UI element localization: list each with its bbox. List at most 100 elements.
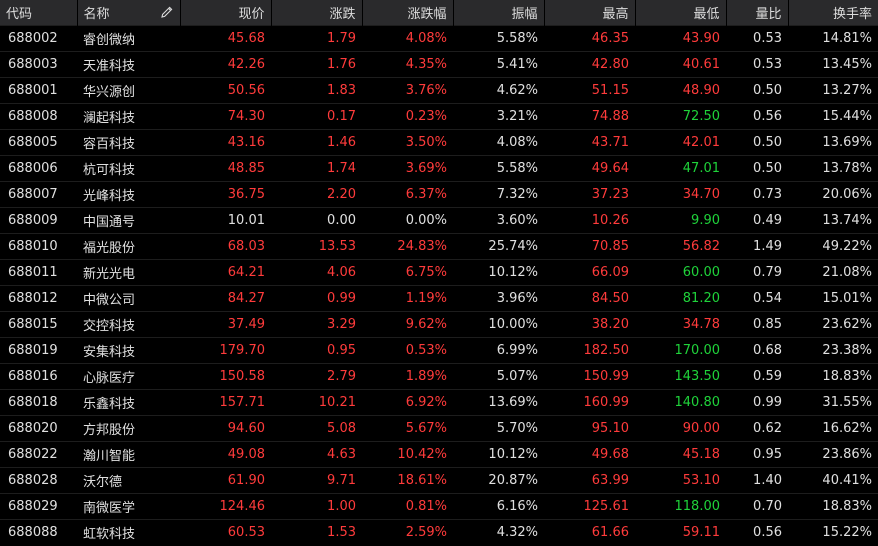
cell-code: 688006 [8, 160, 58, 176]
cell-change: 1.83 [327, 82, 356, 98]
cell-change: 0.99 [327, 290, 356, 306]
cell-name: 瀚川智能 [83, 448, 136, 464]
cell-volume-ratio: 1.40 [753, 472, 782, 488]
cell-turnover: 13.27% [822, 82, 872, 98]
cell-high: 66.09 [591, 264, 629, 280]
table-row[interactable]: 688022 瀚川智能 49.08 4.63 10.42% 10.12% 49.68 45.1… [0, 441, 878, 467]
table-row[interactable]: 688019 安集科技 179.70 0.95 0.53% 6.99% 182.50 170.… [0, 337, 878, 363]
col-header-change-pct[interactable]: 涨跌幅 [362, 0, 454, 25]
cell-code: 688012 [8, 290, 58, 306]
cell-change-pct: 0.53% [405, 342, 447, 358]
table-row[interactable]: 688020 方邦股份 94.60 5.08 5.67% 5.70% 95.10 90.00 0… [0, 415, 878, 441]
table-row[interactable]: 688018 乐鑫科技 157.71 10.21 6.92% 13.69% 160.99 14… [0, 389, 878, 415]
cell-code: 688018 [8, 394, 58, 410]
quote-table: 代码 名称 现价 涨跌 涨跌幅 振幅 最高 最低 量比 换手率 688002 睿创… [0, 0, 878, 545]
cell-price: 64.21 [227, 264, 265, 280]
table-row[interactable]: 688028 沃尔德 61.90 9.71 18.61% 20.87% 63.99 53.10… [0, 467, 878, 493]
cell-amplitude: 4.08% [496, 134, 538, 150]
cell-name: 乐鑫科技 [83, 396, 136, 412]
cell-price: 10.01 [227, 212, 265, 228]
cell-price: 68.03 [227, 238, 265, 254]
cell-turnover: 13.45% [822, 56, 872, 72]
cell-change: 10.21 [318, 394, 356, 410]
table-row[interactable]: 688029 南微医学 124.46 1.00 0.81% 6.16% 125.61 118.… [0, 493, 878, 519]
cell-name: 安集科技 [83, 344, 136, 360]
table-row[interactable]: 688015 交控科技 37.49 3.29 9.62% 10.00% 38.20 34.78… [0, 311, 878, 337]
cell-volume-ratio: 0.99 [753, 394, 782, 410]
cell-change: 13.53 [318, 238, 356, 254]
cell-code: 688011 [8, 264, 58, 280]
cell-change-pct: 2.59% [405, 524, 447, 540]
cell-high: 84.50 [591, 290, 629, 306]
col-header-volume-ratio[interactable]: 量比 [726, 0, 789, 25]
table-row[interactable]: 688009 中国通号 10.01 0.00 0.00% 3.60% 10.26 9.90 0.… [0, 207, 878, 233]
table-row[interactable]: 688002 睿创微纳 45.68 1.79 4.08% 5.58% 46.35 43.90 0… [0, 25, 878, 51]
cell-high: 70.85 [591, 238, 629, 254]
cell-volume-ratio: 0.95 [753, 446, 782, 462]
col-header-name[interactable]: 名称 [77, 0, 181, 25]
table-row[interactable]: 688088 虹软科技 60.53 1.53 2.59% 4.32% 61.66 59.11 0… [0, 519, 878, 545]
table-row[interactable]: 688011 新光光电 64.21 4.06 6.75% 10.12% 66.09 60.00… [0, 259, 878, 285]
cell-volume-ratio: 0.56 [753, 524, 782, 540]
cell-low: 34.70 [682, 186, 720, 202]
col-header-high[interactable]: 最高 [544, 0, 636, 25]
pencil-icon[interactable] [160, 5, 174, 19]
cell-volume-ratio: 0.62 [753, 420, 782, 436]
cell-high: 49.68 [591, 446, 629, 462]
table-row[interactable]: 688012 中微公司 84.27 0.99 1.19% 3.96% 84.50 81.20 0… [0, 285, 878, 311]
cell-turnover: 23.38% [822, 342, 872, 358]
cell-change-pct: 1.19% [405, 290, 447, 306]
table-row[interactable]: 688016 心脉医疗 150.58 2.79 1.89% 5.07% 150.99 143.… [0, 363, 878, 389]
cell-volume-ratio: 0.79 [753, 264, 782, 280]
col-header-change[interactable]: 涨跌 [271, 0, 363, 25]
cell-change-pct: 4.08% [405, 30, 447, 46]
col-header-turnover[interactable]: 换手率 [788, 0, 878, 25]
table-row[interactable]: 688005 容百科技 43.16 1.46 3.50% 4.08% 43.71 42.01 0… [0, 129, 878, 155]
col-header-price[interactable]: 现价 [180, 0, 272, 25]
cell-name: 中微公司 [83, 292, 136, 308]
cell-turnover: 31.55% [822, 394, 872, 410]
cell-high: 49.64 [591, 160, 629, 176]
cell-amplitude: 7.32% [496, 186, 538, 202]
cell-price: 36.75 [227, 186, 265, 202]
cell-code: 688020 [8, 420, 58, 436]
col-header-low[interactable]: 最低 [635, 0, 727, 25]
col-header-amplitude[interactable]: 振幅 [453, 0, 545, 25]
cell-low: 143.50 [674, 368, 721, 384]
cell-change: 5.08 [327, 420, 356, 436]
cell-price: 179.70 [219, 342, 266, 358]
table-row[interactable]: 688010 福光股份 68.03 13.53 24.83% 25.74% 70.85 56.… [0, 233, 878, 259]
cell-turnover: 23.62% [822, 316, 872, 332]
table-row[interactable]: 688007 光峰科技 36.75 2.20 6.37% 7.32% 37.23 34.70 0… [0, 181, 878, 207]
table-row[interactable]: 688003 天准科技 42.26 1.76 4.35% 5.41% 42.80 40.61 0… [0, 51, 878, 77]
cell-volume-ratio: 0.53 [753, 30, 782, 46]
table-header: 代码 名称 现价 涨跌 涨跌幅 振幅 最高 最低 量比 换手率 [0, 0, 878, 25]
cell-low: 34.78 [682, 316, 720, 332]
col-header-name-label: 名称 [83, 6, 110, 22]
col-header-code[interactable]: 代码 [0, 0, 78, 25]
cell-low: 140.80 [674, 394, 721, 410]
cell-volume-ratio: 0.56 [753, 108, 782, 124]
cell-low: 47.01 [682, 160, 720, 176]
table-row[interactable]: 688001 华兴源创 50.56 1.83 3.76% 4.62% 51.15 48.90 0… [0, 77, 878, 103]
cell-change-pct: 0.00% [405, 212, 447, 228]
cell-name: 南微医学 [83, 500, 136, 516]
cell-low: 59.11 [682, 524, 720, 540]
cell-change: 1.79 [327, 30, 356, 46]
cell-low: 170.00 [674, 342, 721, 358]
cell-change: 0.17 [327, 108, 356, 124]
cell-price: 42.26 [227, 56, 265, 72]
cell-name: 睿创微纳 [83, 32, 136, 48]
cell-code: 688019 [8, 342, 58, 358]
cell-code: 688007 [8, 186, 58, 202]
cell-change-pct: 18.61% [397, 472, 447, 488]
cell-name: 中国通号 [83, 214, 136, 230]
table-row[interactable]: 688006 杭可科技 48.85 1.74 3.69% 5.58% 49.64 47.01 0… [0, 155, 878, 181]
cell-low: 45.18 [682, 446, 720, 462]
cell-volume-ratio: 0.53 [753, 56, 782, 72]
cell-code: 688088 [8, 524, 58, 540]
table-row[interactable]: 688008 澜起科技 74.30 0.17 0.23% 3.21% 74.88 72.50 0… [0, 103, 878, 129]
cell-change: 1.00 [327, 498, 356, 514]
cell-change-pct: 9.62% [405, 316, 447, 332]
cell-high: 160.99 [583, 394, 630, 410]
